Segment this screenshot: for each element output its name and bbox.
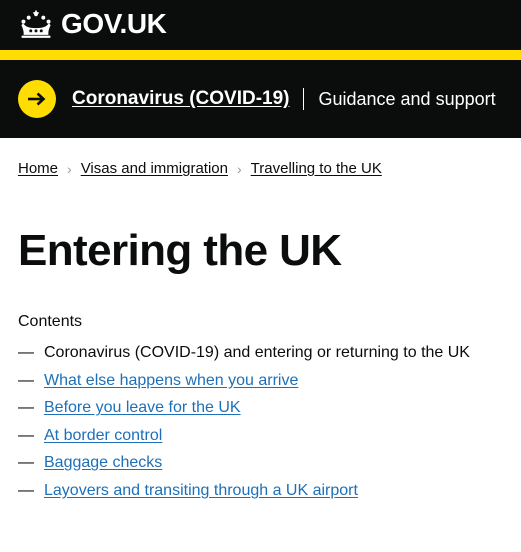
em-dash-bullet: — [18, 399, 34, 417]
em-dash-bullet: — [18, 454, 34, 472]
contents-item-link[interactable]: What else happens when you arrive [44, 372, 298, 390]
contents-list-item: — At border control [18, 427, 521, 445]
coronavirus-banner-link[interactable]: Coronavirus (COVID-19) [72, 88, 289, 110]
contents-list-item: — Coronavirus (COVID-19) and entering or … [18, 344, 521, 362]
coronavirus-banner: Coronavirus (COVID-19) Guidance and supp… [0, 60, 521, 138]
crown-icon [18, 9, 54, 39]
page-title: Entering the UK [18, 226, 342, 275]
govuk-header: GOV.UK [0, 0, 521, 50]
contents-item-current: Coronavirus (COVID-19) and entering or r… [44, 343, 470, 361]
arrow-right-icon [18, 80, 56, 118]
breadcrumb: Home › Visas and immigration › Travellin… [0, 138, 521, 177]
yellow-accent-bar [0, 50, 521, 60]
contents-heading: Contents [18, 312, 83, 330]
contents-list-item: — What else happens when you arrive [18, 372, 521, 390]
banner-divider [303, 88, 305, 110]
contents-section: Contents — Coronavirus (COVID-19) and ent… [0, 275, 521, 500]
contents-list-item: — Before you leave for the UK [18, 399, 521, 417]
contents-item-link[interactable]: At border control [44, 427, 162, 445]
contents-list-item: — Layovers and transiting through a UK ai… [18, 482, 521, 500]
contents-list-item: — Baggage checks [18, 454, 521, 472]
breadcrumb-item-travelling-to-the-uk[interactable]: Travelling to the UK [251, 160, 382, 177]
breadcrumb-separator-icon: › [67, 160, 72, 177]
contents-item-link[interactable]: Baggage checks [44, 454, 162, 472]
breadcrumb-separator-icon: › [236, 160, 242, 177]
contents-item-link[interactable]: Before you leave for the UK [44, 399, 241, 417]
contents-item-link[interactable]: Layovers and transiting through a UK air… [44, 482, 358, 500]
contents-list: — Coronavirus (COVID-19) and entering or … [18, 344, 521, 500]
em-dash-bullet: — [18, 343, 34, 361]
em-dash-bullet: — [18, 481, 34, 499]
em-dash-bullet: — [18, 371, 34, 389]
breadcrumb-item-visas-and-immigration[interactable]: Visas and immigration [81, 160, 228, 177]
govuk-header-logo[interactable]: GOV.UK [0, 0, 521, 39]
breadcrumb-item-home[interactable]: Home [18, 160, 58, 177]
coronavirus-banner-subtext: Guidance and support [318, 88, 496, 109]
em-dash-bullet: — [18, 426, 34, 444]
govuk-logotype-text: GOV.UK [61, 8, 167, 39]
